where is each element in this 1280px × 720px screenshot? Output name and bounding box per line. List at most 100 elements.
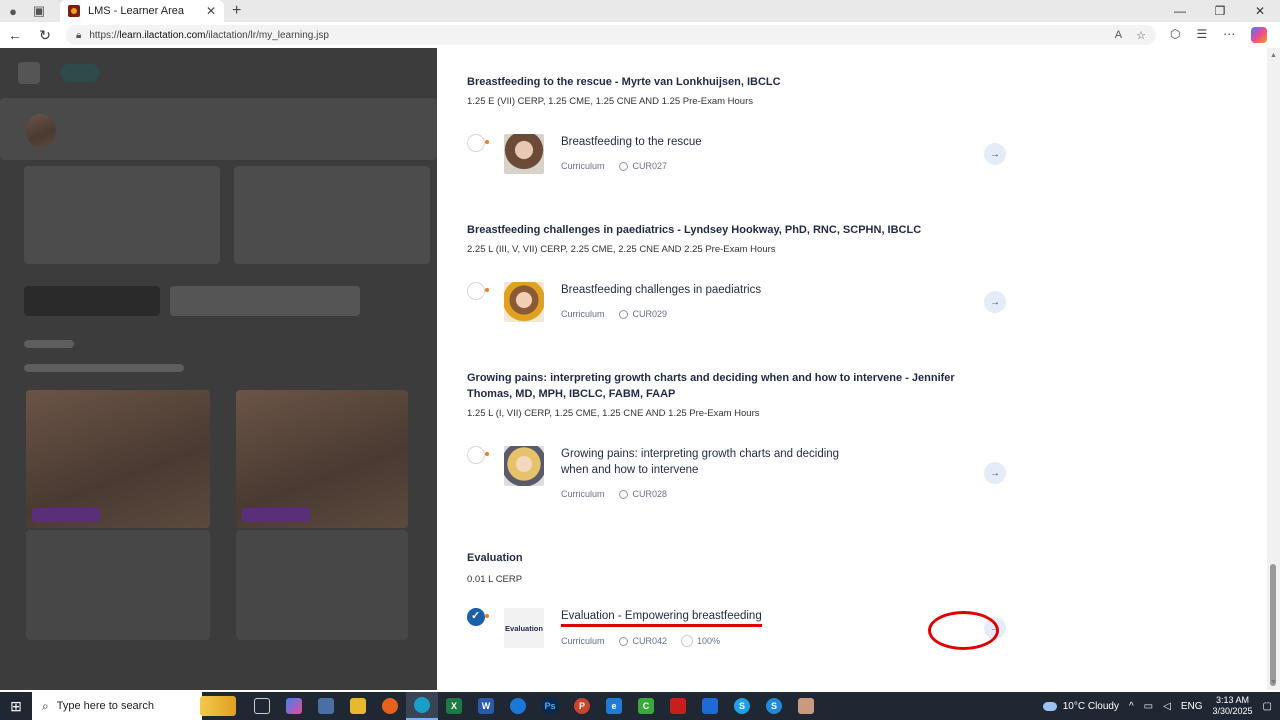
extensions-icon[interactable]: ⬡ xyxy=(1170,27,1180,43)
restore-icon[interactable]: ❐ xyxy=(1200,4,1240,18)
blurred-stat-card-1 xyxy=(24,166,220,264)
task-view-icon[interactable] xyxy=(246,692,278,720)
new-tab-button[interactable]: + xyxy=(232,2,241,20)
scrollbar[interactable]: ▲ ▼ xyxy=(1267,48,1280,690)
browser-chrome: ● ▣ LMS - Learner Area ✕ + — ❐ ✕ ← ↻ 🔒︎ … xyxy=(0,0,1280,48)
open-course-button[interactable]: → xyxy=(984,291,1006,313)
reload-icon[interactable]: ↻ xyxy=(30,27,60,44)
back-icon[interactable]: ← xyxy=(0,27,30,43)
section-title: Breastfeeding challenges in paediatrics … xyxy=(467,224,922,236)
completed-check-icon xyxy=(467,608,489,626)
course-meta: Curriculum CUR029 xyxy=(561,309,667,319)
notification-icon[interactable]: ▢ xyxy=(1263,701,1272,712)
skype-business-icon[interactable]: S xyxy=(758,692,790,720)
app-photo-icon[interactable] xyxy=(790,692,822,720)
course-item[interactable]: Breastfeeding challenges in paediatrics … xyxy=(467,282,1006,326)
search-placeholder: Type here to search xyxy=(56,700,154,712)
excel-icon[interactable]: X xyxy=(438,692,470,720)
blurred-course-card-2 xyxy=(236,530,408,640)
favorites-icon[interactable]: ☰ xyxy=(1196,27,1207,43)
more-icon[interactable]: ⋯ xyxy=(1223,27,1235,43)
dimmed-background-page[interactable] xyxy=(0,48,437,690)
url-path: /ilactation/lr/my_learning.jsp xyxy=(205,29,329,41)
highlight-circle-annotation xyxy=(928,611,999,650)
skype-icon[interactable]: S xyxy=(726,692,758,720)
firefox-icon[interactable] xyxy=(374,692,406,720)
pinned-apps: X W Ps P e C S S xyxy=(246,692,822,720)
section-credits: 1.25 L (I, VII) CERP, 1.25 CME, 1.25 CNE… xyxy=(467,408,760,419)
course-title[interactable]: Breastfeeding to the rescue xyxy=(561,134,851,150)
course-meta: Curriculum CUR027 xyxy=(561,161,667,171)
evaluation-thumbnail: Evaluation xyxy=(504,608,544,648)
blurred-tab-explore xyxy=(24,286,160,316)
section-evaluation: Evaluation 0.01 L CERP Evaluation Evalua… xyxy=(467,550,1006,648)
close-tab-icon[interactable]: ✕ xyxy=(206,4,216,18)
open-course-button[interactable]: → xyxy=(984,143,1006,165)
section-growing-pains: Growing pains: interpreting growth chart… xyxy=(467,370,1006,499)
minimize-icon[interactable]: — xyxy=(1160,4,1200,18)
section-breastfeeding-rescue: Breastfeeding to the rescue - Myrte van … xyxy=(467,74,1006,174)
course-type: Curriculum xyxy=(561,161,605,171)
blurred-course-card-1 xyxy=(26,530,210,640)
read-aloud-icon[interactable]: A xyxy=(1115,29,1122,42)
file-explorer-icon[interactable] xyxy=(342,692,374,720)
word-icon[interactable]: W xyxy=(470,692,502,720)
status-indicator xyxy=(467,446,489,464)
windows-start-icon[interactable]: ⊞ xyxy=(0,698,32,715)
network-icon[interactable]: ▭ xyxy=(1144,701,1153,712)
calculator-icon[interactable] xyxy=(310,692,342,720)
tab-actions-icon[interactable]: ▣ xyxy=(26,0,52,22)
scroll-down-icon[interactable]: ▼ xyxy=(1270,679,1277,686)
language-indicator[interactable]: ENG xyxy=(1181,701,1203,712)
lock-icon[interactable]: 🔒︎ xyxy=(76,30,81,41)
acrobat-icon[interactable] xyxy=(662,692,694,720)
course-item[interactable]: Growing pains: interpreting growth chart… xyxy=(467,446,1006,499)
search-highlight-art xyxy=(200,696,236,716)
clock[interactable]: 3:13 AM 3/30/2025 xyxy=(1213,695,1253,717)
url-actions: A ☆ xyxy=(1115,29,1146,42)
tray-chevron-icon[interactable]: ^ xyxy=(1129,701,1134,712)
close-window-icon[interactable]: ✕ xyxy=(1240,4,1280,18)
url-input[interactable]: 🔒︎ https:// learn.ilactation.com /ilacta… xyxy=(66,25,1156,45)
course-title[interactable]: Growing pains: interpreting growth chart… xyxy=(561,446,851,478)
blurred-stat-card-2 xyxy=(234,166,430,264)
photoshop-icon[interactable]: Ps xyxy=(534,692,566,720)
course-item[interactable]: Evaluation Evaluation - Empowering breas… xyxy=(467,608,1006,652)
course-title[interactable]: Breastfeeding challenges in paediatrics xyxy=(561,282,851,298)
copilot-icon[interactable] xyxy=(1251,27,1268,43)
app-blue-circle-icon[interactable] xyxy=(502,692,534,720)
scroll-thumb[interactable] xyxy=(1270,564,1276,686)
blurred-subheading xyxy=(24,364,184,372)
window-controls: — ❐ ✕ xyxy=(1160,4,1280,18)
course-code: CUR027 xyxy=(619,161,668,171)
camtasia-icon[interactable]: C xyxy=(630,692,662,720)
course-code: CUR028 xyxy=(619,489,668,499)
favorite-star-icon[interactable]: ☆ xyxy=(1136,29,1146,42)
course-item[interactable]: Breastfeeding to the rescue Curriculum C… xyxy=(467,134,1006,178)
scroll-up-icon[interactable]: ▲ xyxy=(1270,52,1277,59)
course-type: Curriculum xyxy=(561,636,605,646)
section-challenges-paediatrics: Breastfeeding challenges in paediatrics … xyxy=(467,222,1006,322)
profile-icon[interactable]: ● xyxy=(0,0,26,22)
edge-icon[interactable] xyxy=(406,692,438,720)
tab-strip: ● ▣ LMS - Learner Area ✕ + — ❐ ✕ xyxy=(0,0,1280,22)
taskbar-search[interactable]: ⌕ Type here to search xyxy=(32,692,202,720)
powerpoint-icon[interactable]: P xyxy=(566,692,598,720)
address-bar-row: ← ↻ 🔒︎ https:// learn.ilactation.com /il… xyxy=(0,22,1280,48)
volume-icon[interactable]: ◁ xyxy=(1163,701,1171,712)
blurred-heading xyxy=(24,340,74,348)
instructor-photo xyxy=(504,134,544,174)
status-indicator xyxy=(467,134,489,152)
internet-explorer-icon[interactable]: e xyxy=(598,692,630,720)
tab-lms[interactable]: LMS - Learner Area ✕ xyxy=(60,0,224,22)
weather-widget[interactable]: 10°C Cloudy xyxy=(1042,701,1119,712)
course-progress: 100% xyxy=(681,635,720,647)
dropbox-icon[interactable] xyxy=(694,692,726,720)
open-course-button[interactable]: → xyxy=(984,462,1006,484)
search-icon: ⌕ xyxy=(42,698,49,713)
blurred-tab-row xyxy=(170,286,360,316)
clock-time: 3:13 AM xyxy=(1216,695,1250,705)
instructor-photo xyxy=(504,282,544,322)
copilot-app-icon[interactable] xyxy=(278,692,310,720)
course-title[interactable]: Evaluation - Empowering breastfeeding xyxy=(561,608,762,627)
